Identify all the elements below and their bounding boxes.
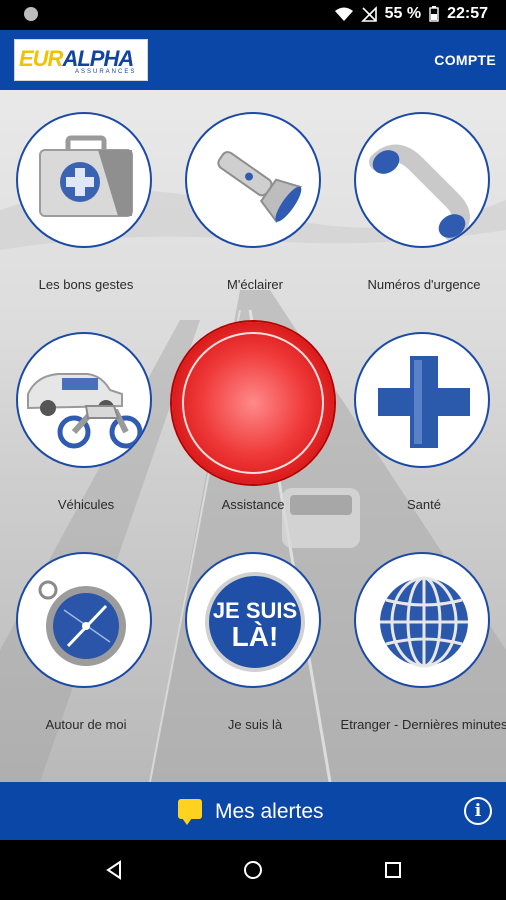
i-am-here-badge-icon: JE SUIS LÀ! (205, 572, 305, 672)
first-aid-kit-icon (39, 135, 133, 217)
tile-label: Santé (407, 497, 441, 512)
app-bar: EURALPHA ASSURANCES COMPTE (0, 30, 506, 90)
main-grid: Les bons gestes M'éclairer Numéros d'urg… (0, 90, 506, 782)
tile-label: Etranger - Dernières minutes (340, 717, 506, 732)
android-nav-bar (0, 840, 506, 900)
tile-emergency-numbers[interactable]: Numéros d'urgence (354, 112, 494, 302)
tile-label: Les bons gestes (38, 277, 134, 292)
tile-label: Autour de moi (45, 717, 127, 732)
health-circle[interactable] (354, 332, 490, 468)
tile-abroad[interactable]: Etranger - Dernières minutes (341, 552, 506, 742)
no-signal-icon (360, 6, 377, 22)
tile-label: Je suis là (227, 717, 283, 732)
tile-flashlight[interactable]: M'éclairer (185, 112, 325, 302)
tile-around-me[interactable]: Autour de moi (16, 552, 156, 742)
assistance-ring (182, 332, 324, 474)
globe-circle[interactable] (354, 552, 490, 688)
recents-icon[interactable] (383, 860, 403, 880)
tile-health[interactable]: Santé (354, 332, 494, 522)
wifi-icon (334, 7, 353, 21)
tile-label: Numéros d'urgence (367, 277, 481, 292)
globe-icon (380, 576, 468, 668)
back-icon[interactable] (104, 860, 124, 880)
status-bar: 55 % 22:57 (0, 0, 506, 30)
home-icon[interactable] (243, 860, 263, 880)
logo-text-alpha: ALPHA (62, 46, 134, 71)
tile-label: M'éclairer (227, 277, 283, 292)
alerts-label: Mes alertes (215, 800, 324, 823)
phone-handset-icon (369, 144, 470, 241)
health-cross-icon (378, 356, 470, 448)
badge-line2: LÀ! (232, 621, 279, 652)
tile-label: Véhicules (57, 497, 115, 512)
car-motorbike-icon (27, 373, 143, 449)
battery-icon (429, 6, 439, 22)
vehicles-circle[interactable] (16, 332, 152, 468)
battery-percent: 55 % (384, 5, 422, 22)
tile-vehicles[interactable]: Véhicules (16, 332, 156, 522)
chat-bubble-icon (178, 799, 202, 825)
assistance-button[interactable] (172, 322, 334, 484)
logo-subtitle: ASSURANCES (75, 69, 137, 75)
i-am-here-circle[interactable]: JE SUIS LÀ! (185, 552, 321, 688)
badge-line1: JE SUIS (213, 598, 297, 623)
flashlight-circle[interactable] (185, 112, 321, 248)
euralpha-logo[interactable]: EURALPHA ASSURANCES (14, 39, 148, 81)
info-icon[interactable]: i (464, 797, 492, 825)
flashlight-icon (217, 151, 302, 224)
tile-i-am-here[interactable]: JE SUIS LÀ! Je suis là (185, 552, 325, 742)
compass-circle[interactable] (16, 552, 152, 688)
account-button[interactable]: COMPTE (434, 52, 496, 68)
first-aid-kit-circle[interactable] (16, 112, 152, 248)
compass-icon (38, 580, 126, 666)
tile-good-practices[interactable]: Les bons gestes (16, 112, 156, 302)
logo-text-eur: EUR (19, 46, 63, 71)
phone-circle[interactable] (354, 112, 490, 248)
notification-icon (24, 7, 38, 21)
clock: 22:57 (447, 5, 488, 22)
assistance-label: Assistance (221, 497, 285, 512)
alerts-bar[interactable]: Mes alertes i (0, 782, 506, 840)
